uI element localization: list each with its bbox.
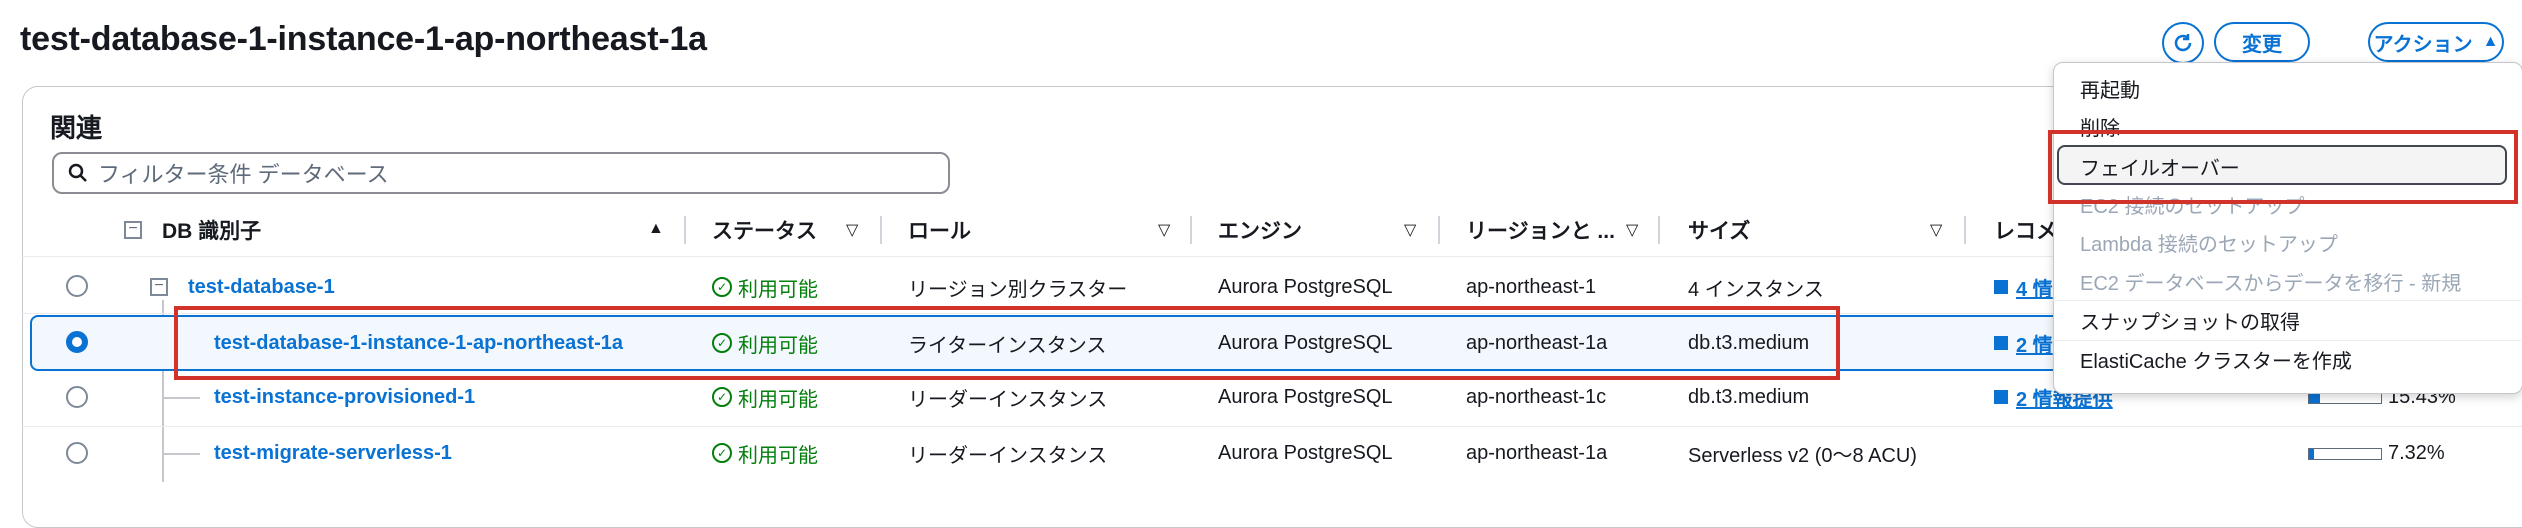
sort-icon[interactable]: ▽: [1158, 220, 1170, 240]
role-cell: リージョン別クラスター: [908, 278, 1128, 301]
size-cell: 4 インスタンス: [1688, 278, 1824, 301]
cpu-usage-fill: [2309, 393, 2321, 403]
check-circle-icon: ✓: [712, 387, 732, 407]
region-cell: ap-northeast-1c: [1466, 385, 1607, 408]
refresh-icon: [2174, 34, 2192, 52]
column-size[interactable]: サイズ: [1688, 210, 1750, 250]
status-text: 利用可能: [738, 278, 818, 301]
collapse-row-icon[interactable]: −: [150, 278, 168, 296]
check-circle-icon: ✓: [712, 277, 732, 297]
column-separator[interactable]: [1658, 216, 1660, 244]
status-cell: ✓ 利用可能: [712, 438, 818, 468]
actions-button[interactable]: アクション ▲: [2368, 22, 2504, 62]
sort-icon[interactable]: ▽: [1626, 220, 1638, 240]
info-square-icon: [1994, 390, 2008, 404]
menu-item-snapshot[interactable]: スナップショットの取得: [2080, 306, 2300, 335]
column-db-id[interactable]: DB 識別子: [162, 210, 261, 250]
cpu-usage-bar: [2308, 448, 2382, 460]
status-cell: ✓ 利用可能: [712, 272, 818, 302]
size-cell: Serverless v2 (0～8 ACU): [1688, 444, 1917, 467]
engine-cell: Aurora PostgreSQL: [1218, 441, 1393, 464]
sort-icon[interactable]: ▽: [1404, 220, 1416, 240]
sort-icon[interactable]: ▽: [1930, 220, 1942, 240]
status-text: 利用可能: [738, 388, 818, 411]
actions-label: アクション: [2373, 33, 2473, 56]
collapse-all-icon[interactable]: −: [124, 221, 142, 239]
engine-cell: Aurora PostgreSQL: [1218, 385, 1393, 408]
role-cell: リーダーインスタンス: [908, 388, 1108, 411]
info-square-icon: [1994, 336, 2008, 350]
region-cell: ap-northeast-1a: [1466, 441, 1608, 464]
menu-divider: [2053, 300, 2521, 301]
row-radio[interactable]: [66, 275, 88, 297]
modify-button[interactable]: 変更: [2214, 22, 2310, 62]
panel-title: 関連: [50, 113, 103, 143]
column-separator[interactable]: [1438, 216, 1440, 244]
menu-divider: [2053, 340, 2521, 341]
filter-input[interactable]: フィルター条件 データベース: [52, 152, 950, 194]
column-separator[interactable]: [880, 216, 882, 244]
tree-line: [162, 453, 200, 455]
info-square-icon: [1994, 280, 2008, 294]
engine-cell: Aurora PostgreSQL: [1218, 275, 1393, 298]
db-identifier-link[interactable]: test-migrate-serverless-1: [214, 438, 452, 468]
status-cell: ✓ 利用可能: [712, 382, 818, 412]
tree-line: [162, 397, 200, 399]
column-engine[interactable]: エンジン: [1218, 210, 1302, 250]
row-divider: [22, 426, 2522, 427]
recommendation-link[interactable]: 4 情: [1994, 272, 2053, 302]
size-cell: db.t3.medium: [1688, 385, 1810, 408]
column-region[interactable]: リージョンと ...: [1466, 210, 1615, 250]
db-identifier-link[interactable]: test-database-1: [188, 272, 335, 302]
status-text: 利用可能: [738, 444, 818, 467]
cpu-usage-fill: [2309, 449, 2315, 459]
row-radio[interactable]: [66, 386, 88, 408]
column-separator[interactable]: [684, 216, 686, 244]
menu-item-reboot[interactable]: 再起動: [2080, 74, 2140, 103]
menu-item-migrate-ec2: EC2 データベースからデータを移行 - 新規: [2080, 273, 2462, 295]
column-separator[interactable]: [1190, 216, 1192, 244]
caret-up-icon: ▲: [2482, 33, 2499, 50]
row-radio-selected[interactable]: [66, 331, 88, 353]
menu-item-elasticache[interactable]: ElastiCache クラスターを作成: [2080, 345, 2352, 374]
db-identifier-link[interactable]: test-instance-provisioned-1: [214, 382, 475, 412]
column-status[interactable]: ステータス: [712, 210, 817, 250]
refresh-button[interactable]: [2162, 22, 2204, 64]
role-cell: リーダーインスタンス: [908, 444, 1108, 467]
sort-ascending-icon[interactable]: ▲: [648, 220, 664, 238]
search-icon: [68, 163, 87, 182]
region-cell: ap-northeast-1: [1466, 275, 1597, 298]
page-title: test-database-1-instance-1-ap-northeast-…: [20, 20, 707, 58]
cpu-usage-text: 7.32%: [2388, 441, 2445, 464]
sort-icon[interactable]: ▽: [846, 220, 858, 240]
row-radio[interactable]: [66, 442, 88, 464]
check-circle-icon: ✓: [712, 443, 732, 463]
recommendation-link[interactable]: 2 情: [1994, 328, 2053, 358]
filter-placeholder: フィルター条件 データベース: [98, 162, 389, 187]
menu-item-lambda-connection: Lambda 接続のセットアップ: [2080, 234, 2338, 256]
highlight-annotation: [2048, 130, 2518, 204]
column-separator[interactable]: [1964, 216, 1966, 244]
column-recommendation[interactable]: レコメ: [1994, 210, 2057, 250]
column-role[interactable]: ロール: [908, 210, 971, 250]
highlight-annotation: [174, 306, 1840, 380]
